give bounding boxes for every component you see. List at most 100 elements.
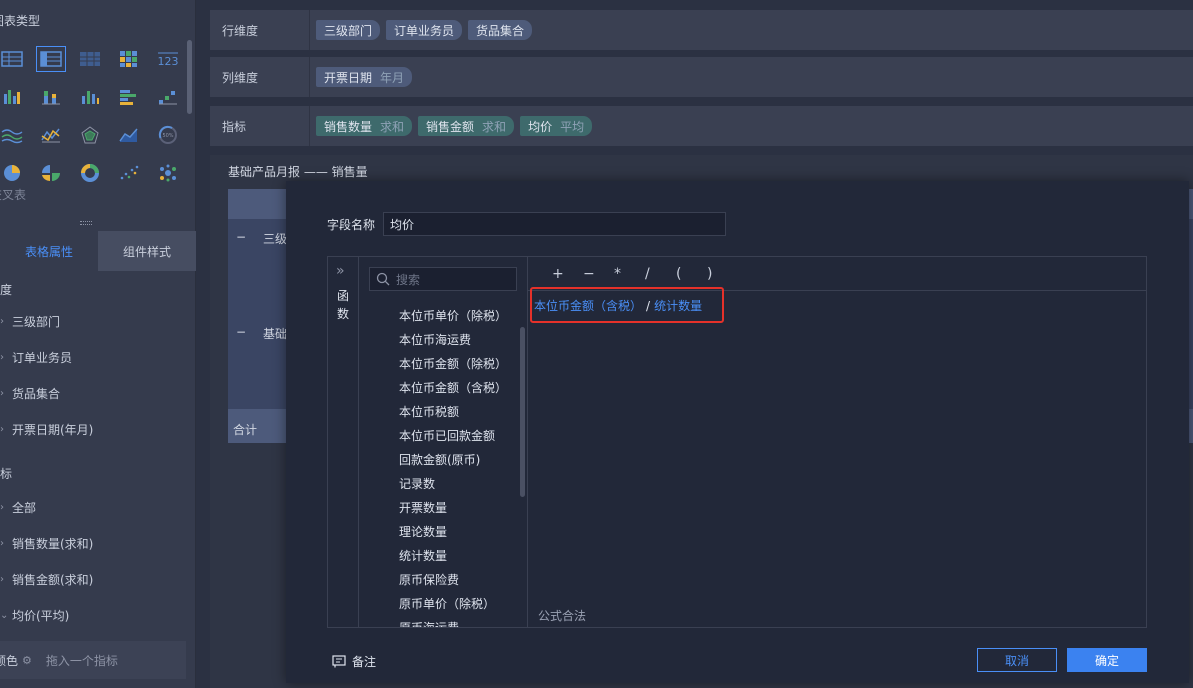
list-item[interactable]: 本位币金额（除税） — [399, 352, 507, 376]
chevron-right-icon: › — [0, 387, 4, 399]
gauge-icon[interactable]: 50% — [149, 116, 188, 154]
table-row-label: 基础 — [263, 327, 288, 341]
grouped-column-icon[interactable] — [0, 78, 31, 116]
line-icon[interactable] — [31, 116, 70, 154]
field-name-label: 字段名称 — [327, 218, 376, 232]
bar-icon[interactable] — [110, 78, 149, 116]
list-item[interactable]: 原币海运费 — [399, 616, 507, 627]
area-icon[interactable] — [110, 116, 149, 154]
radar-icon[interactable] — [70, 116, 109, 154]
dimension-item[interactable]: › 订单业务员 — [0, 347, 72, 367]
metric-group-label: 指标 — [0, 467, 13, 481]
metric-pill[interactable]: 销售数量 求和 — [316, 116, 413, 136]
function-tab-label: 函数 — [336, 289, 349, 321]
list-item[interactable]: 理论数量 — [399, 520, 507, 544]
metric-item[interactable]: › 销售数量(求和) — [0, 533, 93, 553]
collapse-icon[interactable]: − — [236, 230, 246, 244]
list-item[interactable]: 记录数 — [399, 472, 507, 496]
chevron-right-icon: › — [0, 423, 4, 435]
scatter-icon[interactable] — [110, 154, 149, 192]
function-panel-toggle[interactable]: » 函数 — [328, 257, 359, 627]
column-icon[interactable] — [70, 78, 109, 116]
note-button[interactable]: 备注 — [332, 653, 376, 670]
list-item[interactable]: 原币单价（除税） — [399, 592, 507, 616]
search-icon — [376, 272, 390, 286]
kpi-number-icon[interactable]: 123 — [149, 40, 188, 78]
divide-operator[interactable]: / — [645, 266, 676, 282]
field-list-panel: 搜索 本位币单价（除税） 本位币海运费 本位币金额（除税） 本位币金额（含税） 本位币税… — [359, 257, 528, 627]
metric-bar: 指标 销售数量 求和 销售金额 求和 均价 平均 — [210, 106, 1193, 146]
table-icon[interactable] — [0, 40, 31, 78]
metric-pill[interactable]: 均价 平均 — [520, 116, 593, 136]
dimension-item[interactable]: › 货品集合 — [0, 383, 60, 403]
dimension-group-label: 维度 — [0, 283, 13, 297]
list-item[interactable]: 开票数量 — [399, 496, 507, 520]
property-tabs: 表格属性 组件样式 — [0, 231, 196, 271]
minus-operator[interactable]: − — [583, 266, 614, 282]
metric-item[interactable]: ⌄ 均价(平均) — [0, 605, 69, 625]
list-item[interactable]: 原币保险费 — [399, 568, 507, 592]
collapse-icon[interactable]: − — [236, 325, 246, 339]
metric-bar-label: 指标 — [210, 106, 310, 146]
metric-pill[interactable]: 销售金额 求和 — [418, 116, 515, 136]
column-dimension-pill[interactable]: 开票日期 年月 — [316, 67, 413, 87]
cross-table-icon[interactable] — [31, 40, 70, 78]
metric-item[interactable]: › 销售金额(求和) — [0, 569, 93, 589]
calculated-field-dialog: 字段名称 » 函数 搜索 本位币单价（除税）本位币海运费本位币金额（除税）本位币… — [286, 181, 1189, 683]
note-icon — [332, 655, 346, 668]
list-item[interactable]: 本位币金额（含税） — [399, 376, 507, 400]
dimension-item[interactable]: › 三级部门 — [0, 311, 60, 331]
list-item[interactable]: 本位币单价（除税） — [399, 304, 507, 328]
list-item[interactable]: 统计数量 — [399, 544, 507, 568]
chart-type-grid: 123 50% — [0, 40, 188, 192]
resize-grip[interactable] — [80, 221, 92, 225]
cancel-button[interactable]: 取消 — [977, 648, 1057, 672]
formula-area[interactable]: + − * /() 本位币金额（含税） / 统计数量 公式合法 — [528, 257, 1146, 627]
dimension-item[interactable]: › 开票日期(年月) — [0, 419, 93, 439]
stacked-column-icon[interactable] — [31, 78, 70, 116]
list-item[interactable]: 本位币海运费 — [399, 328, 507, 352]
metric-item[interactable]: › 全部 — [0, 497, 36, 517]
plus-operator[interactable]: + — [552, 266, 583, 282]
tab-component-style[interactable]: 组件样式 — [98, 231, 196, 271]
operator-toolbar: + − * /() — [528, 257, 1146, 291]
step-icon[interactable] — [149, 78, 188, 116]
pie-split-icon[interactable] — [31, 154, 70, 192]
row-dimension-pill[interactable]: 货品集合 — [468, 20, 533, 40]
formula-editor: » 函数 搜索 本位币单价（除税） 本位币海运费 本位币金额（除税） 本位币金额（含税… — [327, 256, 1147, 628]
drop-hint: 拖入一个指标 — [45, 653, 118, 668]
double-chevron-right-icon[interactable]: » — [336, 263, 345, 279]
list-item[interactable]: 本位币税额 — [399, 400, 507, 424]
chevron-right-icon: › — [0, 501, 4, 513]
field-name-input[interactable] — [383, 212, 726, 236]
column-dimension-label: 列维度 — [210, 57, 310, 97]
gear-icon[interactable]: ⚙ — [22, 654, 32, 667]
chevron-right-icon: › — [0, 315, 4, 327]
left-paren-operator[interactable]: ( — [676, 266, 707, 282]
row-dimension-pill[interactable]: 三级部门 — [316, 20, 381, 40]
svg-text:123: 123 — [158, 55, 179, 68]
field-list-scrollbar[interactable] — [520, 327, 525, 497]
formula-expression[interactable]: 本位币金额（含税） / 统计数量 — [530, 287, 724, 323]
field-search[interactable]: 搜索 — [369, 267, 517, 291]
list-item[interactable]: 回款金额(原币) — [399, 448, 507, 472]
column-dimension-bar: 列维度 开票日期 年月 — [210, 57, 1193, 97]
tab-table-properties[interactable]: 表格属性 — [0, 231, 98, 271]
chart-type-scrollbar[interactable] — [187, 40, 192, 114]
multiply-operator[interactable]: * — [614, 266, 645, 282]
chart-type-title: 图表类型 — [0, 14, 41, 28]
chart-title: 基础产品月报 —— 销售量 — [228, 165, 368, 179]
confirm-button[interactable]: 确定 — [1067, 648, 1147, 672]
right-paren-operator[interactable]: ) — [707, 266, 738, 282]
note-label: 备注 — [352, 655, 377, 669]
line-wave-icon[interactable] — [0, 116, 31, 154]
svg-text:50%: 50% — [163, 133, 174, 139]
formula-highlight-box — [530, 287, 724, 323]
donut-icon[interactable] — [70, 154, 109, 192]
list-item[interactable]: 本位币已回款金额 — [399, 424, 507, 448]
row-dimension-pill[interactable]: 订单业务员 — [386, 20, 463, 40]
bubble-icon[interactable] — [149, 154, 188, 192]
heatmap-table-icon[interactable] — [110, 40, 149, 78]
color-drop-zone[interactable]: 颜色 ⚙ 拖入一个指标 — [0, 641, 186, 679]
detail-table-icon[interactable] — [70, 40, 109, 78]
